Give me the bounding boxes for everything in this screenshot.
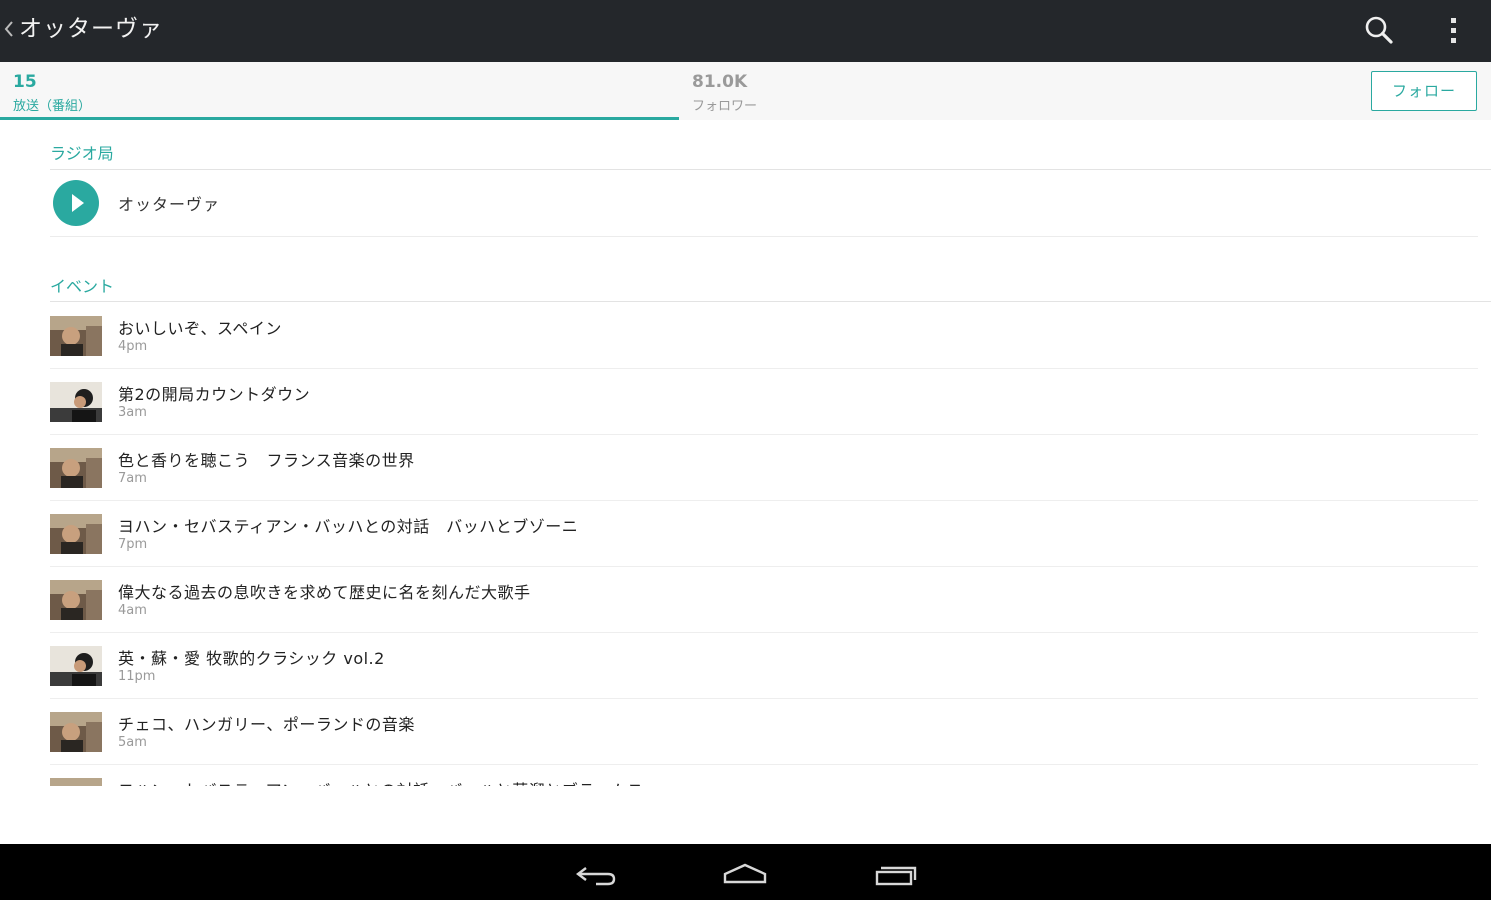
- overflow-menu-icon[interactable]: [1440, 12, 1468, 50]
- host-avatar-thumbnail: [50, 646, 102, 686]
- play-icon[interactable]: [53, 180, 99, 226]
- stations-header: ラジオ局: [50, 144, 114, 163]
- follower-count: 81.0K: [692, 72, 748, 92]
- host-avatar-thumbnail: [50, 580, 102, 620]
- event-title: 色と香りを聴こう フランス音楽の世界: [118, 451, 415, 470]
- event-title: 英・蘇・愛 牧歌的クラシック vol.2: [118, 649, 385, 668]
- system-navigation-bar: [0, 844, 1491, 900]
- list-item[interactable]: 色と香りを聴こう フランス音楽の世界 7am: [50, 434, 1478, 501]
- host-avatar-thumbnail: [50, 514, 102, 554]
- tab-followers[interactable]: 81.0K フォロワー: [679, 62, 1279, 120]
- event-time: 4pm: [118, 339, 148, 354]
- event-title: ヨハン・セバスティアン・バッハとの対話 バッハと蒸溜とブラームス: [118, 777, 644, 786]
- event-title: 偉大なる過去の息吹きを求めて歴史に名を刻んだ大歌手: [118, 583, 531, 602]
- event-time: 3am: [118, 405, 147, 420]
- station-item[interactable]: オッターヴァ: [50, 170, 1478, 237]
- back-icon[interactable]: [566, 852, 626, 892]
- event-time: 5am: [118, 735, 147, 750]
- tab-broadcasts[interactable]: 15 放送（番組）: [0, 62, 679, 120]
- recents-icon[interactable]: [865, 852, 925, 892]
- follow-button[interactable]: フォロー: [1371, 71, 1477, 111]
- event-time: 11pm: [118, 669, 156, 684]
- list-item[interactable]: 第2の開局カウントダウン 3am: [50, 368, 1478, 435]
- event-title: 第2の開局カウントダウン: [118, 385, 311, 404]
- follower-label: フォロワー: [692, 99, 758, 114]
- list-item[interactable]: チェコ、ハンガリー、ポーランドの音楽 5am: [50, 698, 1478, 765]
- list-item[interactable]: 偉大なる過去の息吹きを求めて歴史に名を刻んだ大歌手 4am: [50, 566, 1478, 633]
- event-title: ヨハン・セバスティアン・バッハとの対話 バッハとブゾーニ: [118, 517, 579, 536]
- search-icon[interactable]: [1360, 12, 1398, 50]
- host-avatar-thumbnail: [50, 382, 102, 422]
- event-list[interactable]: おいしいぞ、スペイン 4pm 第2の開局カウントダウン 3am 色と香りを聴こう…: [50, 302, 1478, 786]
- event-time: 7am: [118, 471, 147, 486]
- host-avatar-thumbnail: [50, 778, 102, 786]
- app-title[interactable]: オッターヴァ: [19, 14, 163, 44]
- host-avatar-thumbnail: [50, 316, 102, 356]
- event-title: チェコ、ハンガリー、ポーランドの音楽: [118, 715, 415, 734]
- broadcast-label: 放送（番組）: [13, 99, 92, 114]
- list-item[interactable]: ヨハン・セバスティアン・バッハとの対話 バッハとブゾーニ 7pm: [50, 500, 1478, 567]
- event-time: 7pm: [118, 537, 148, 552]
- stats-bar: 15 放送（番組） 81.0K フォロワー フォロー: [0, 62, 1491, 120]
- broadcast-count: 15: [13, 72, 37, 92]
- list-item[interactable]: ヨハン・セバスティアン・バッハとの対話 バッハと蒸溜とブラームス: [50, 764, 1478, 786]
- host-avatar-thumbnail: [50, 712, 102, 752]
- events-header: イベント: [50, 277, 115, 296]
- up-caret-icon[interactable]: [2, 14, 16, 44]
- action-bar: オッターヴァ: [0, 0, 1491, 62]
- event-title: おいしいぞ、スペイン: [118, 319, 282, 338]
- event-time: 4am: [118, 603, 147, 618]
- host-avatar-thumbnail: [50, 448, 102, 488]
- list-item[interactable]: おいしいぞ、スペイン 4pm: [50, 302, 1478, 369]
- home-icon[interactable]: [715, 852, 775, 892]
- station-name: オッターヴァ: [118, 195, 221, 214]
- list-item[interactable]: 英・蘇・愛 牧歌的クラシック vol.2 11pm: [50, 632, 1478, 699]
